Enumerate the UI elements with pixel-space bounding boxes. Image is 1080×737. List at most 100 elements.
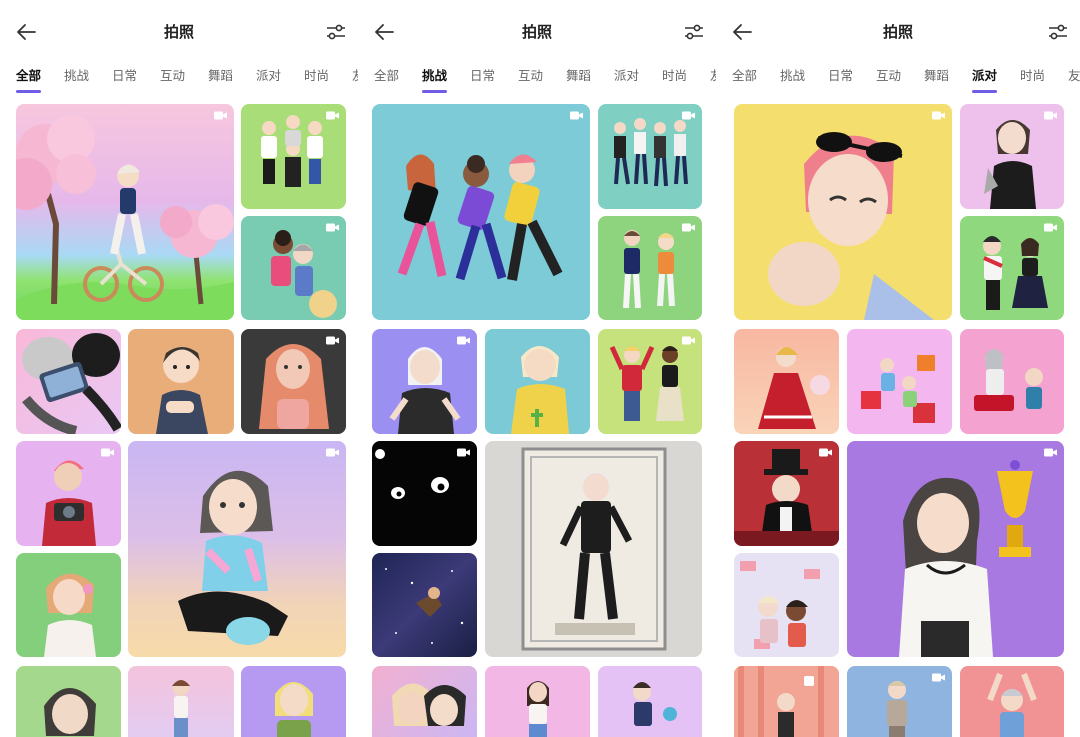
avatar-illustration [511, 346, 569, 434]
tab-label: 派对 [614, 68, 640, 83]
back-arrow-icon[interactable] [730, 20, 754, 44]
tab-friends[interactable]: 友 [1068, 65, 1080, 93]
back-arrow-icon[interactable] [372, 20, 396, 44]
pose-tile[interactable] [960, 329, 1064, 434]
video-camera-icon [214, 111, 227, 120]
top-bar: 拍照 [358, 0, 716, 62]
tab-all[interactable]: 全部 [374, 65, 422, 93]
pose-tile[interactable] [128, 329, 234, 434]
pose-tile[interactable] [598, 216, 702, 320]
pose-tile[interactable] [372, 666, 477, 737]
pose-tile[interactable] [734, 329, 839, 434]
tab-label: 全部 [374, 68, 400, 83]
filter-sliders-icon[interactable] [1046, 20, 1070, 44]
tab-interact[interactable]: 互动 [876, 65, 924, 93]
tab-fashion[interactable]: 时尚 [1020, 65, 1068, 93]
video-camera-icon [819, 448, 832, 457]
pose-tile[interactable] [960, 216, 1064, 320]
pose-tile[interactable] [16, 666, 121, 737]
tab-daily[interactable]: 日常 [470, 65, 518, 93]
tab-fashion[interactable]: 时尚 [304, 65, 352, 93]
filter-sliders-icon[interactable] [682, 20, 706, 44]
tab-dance[interactable]: 舞蹈 [924, 65, 972, 93]
avatar-illustration [734, 666, 839, 737]
pose-tile[interactable] [847, 329, 952, 434]
pose-tile[interactable] [847, 666, 952, 737]
tab-dance[interactable]: 舞蹈 [566, 65, 614, 93]
pose-tile[interactable] [241, 329, 346, 434]
pose-tile[interactable] [372, 441, 477, 546]
tab-label: 时尚 [304, 68, 330, 83]
tab-label: 日常 [470, 68, 496, 83]
tab-interact[interactable]: 互动 [160, 65, 208, 93]
pose-tile[interactable] [734, 553, 839, 657]
pose-tile[interactable] [241, 216, 346, 320]
tab-challenge[interactable]: 挑战 [422, 65, 470, 93]
tab-all[interactable]: 全部 [16, 65, 64, 93]
pose-tile[interactable] [485, 329, 590, 434]
pose-tile[interactable] [734, 666, 839, 737]
filter-sliders-icon[interactable] [324, 20, 348, 44]
tab-label: 互动 [160, 68, 186, 83]
pose-tile[interactable] [16, 329, 121, 434]
avatar-illustration [385, 568, 464, 644]
pose-tile[interactable] [241, 666, 346, 737]
tab-party[interactable]: 派对 [256, 65, 304, 93]
pose-tile[interactable] [598, 666, 702, 737]
avatar-illustration [987, 672, 1037, 737]
avatar-illustration [172, 680, 190, 737]
pose-tile[interactable] [372, 553, 477, 657]
active-tab-indicator [422, 90, 447, 93]
pose-tile[interactable] [734, 441, 839, 546]
tab-daily[interactable]: 日常 [112, 65, 160, 93]
pose-tile[interactable] [16, 104, 234, 320]
avatar-illustration [392, 683, 466, 726]
tab-challenge[interactable]: 挑战 [780, 65, 828, 93]
video-camera-icon [682, 223, 695, 232]
pose-tile[interactable] [485, 441, 702, 657]
pose-grid [716, 104, 1080, 737]
pose-tile[interactable] [128, 666, 234, 737]
tab-daily[interactable]: 日常 [828, 65, 876, 93]
pose-tile[interactable] [372, 104, 590, 320]
video-camera-icon [457, 448, 470, 457]
tab-label: 日常 [112, 68, 138, 83]
avatar-illustration [527, 681, 549, 737]
avatar-illustration [397, 154, 563, 281]
pose-tile[interactable] [241, 104, 346, 209]
avatar-illustration [974, 349, 1043, 411]
tab-label: 舞蹈 [924, 68, 950, 83]
video-camera-icon [1044, 111, 1057, 120]
video-camera-icon [682, 111, 695, 120]
pose-tile[interactable] [372, 329, 477, 434]
tab-label: 友 [1068, 68, 1080, 83]
video-camera-icon [326, 448, 339, 457]
avatar-illustration [758, 347, 830, 429]
video-camera-icon [326, 111, 339, 120]
pose-tile[interactable] [16, 553, 121, 657]
pose-tile[interactable] [598, 329, 702, 434]
pose-tile[interactable] [485, 666, 590, 737]
pose-tile[interactable] [960, 104, 1064, 209]
tab-label: 日常 [828, 68, 854, 83]
pose-tile[interactable] [598, 104, 702, 209]
tab-party[interactable]: 派对 [972, 65, 1020, 93]
avatar-illustration [156, 347, 208, 434]
pose-tile[interactable] [128, 441, 346, 657]
video-camera-icon [326, 336, 339, 345]
pose-tile[interactable] [16, 441, 121, 546]
tab-dance[interactable]: 舞蹈 [208, 65, 256, 93]
pose-tile[interactable] [734, 104, 952, 320]
video-camera-icon [932, 111, 945, 120]
pose-tile[interactable] [847, 441, 1064, 657]
tab-interact[interactable]: 互动 [518, 65, 566, 93]
tab-challenge[interactable]: 挑战 [64, 65, 112, 93]
tab-party[interactable]: 派对 [614, 65, 662, 93]
tab-fashion[interactable]: 时尚 [662, 65, 710, 93]
back-arrow-icon[interactable] [14, 20, 38, 44]
tab-all[interactable]: 全部 [732, 65, 780, 93]
pose-tile[interactable] [960, 666, 1064, 737]
avatar-illustration [22, 333, 121, 434]
video-camera-icon [682, 336, 695, 345]
tab-label: 挑战 [422, 68, 448, 83]
